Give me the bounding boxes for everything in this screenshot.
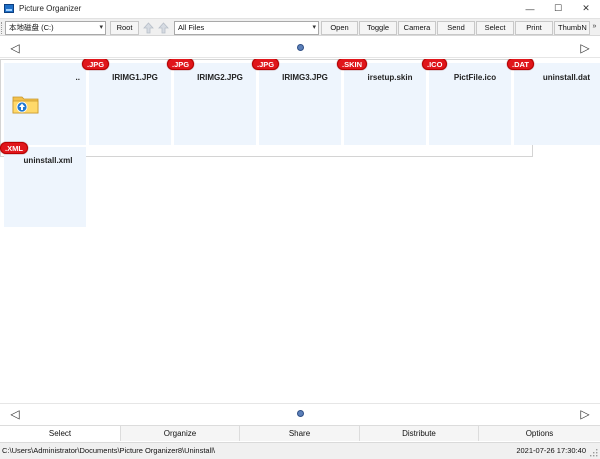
- toolbar-grip-icon[interactable]: [1, 22, 3, 34]
- window-controls: — ☐ ✕: [516, 0, 600, 17]
- up-arrow-icon[interactable]: [143, 21, 154, 35]
- file-type-badge: .ICO: [422, 59, 448, 70]
- tile-filename: IRIMG3.JPG: [282, 73, 328, 82]
- thumbnail-tile[interactable]: uninstall.dat: [514, 63, 600, 145]
- chevron-down-icon: ▾: [312, 24, 316, 31]
- drive-select-value: 本地磁盘 (C:): [9, 23, 54, 32]
- file-filter-value: All Files: [178, 23, 205, 32]
- parent-folder-icon[interactable]: [158, 21, 169, 35]
- bottom-navigation: ◁ ▷: [0, 403, 600, 423]
- top-navigation: ◁ ▷: [0, 38, 600, 58]
- thumbnail-tile[interactable]: IRIMG2.JPG: [174, 63, 256, 145]
- toolbar: 本地磁盘 (C:) ▾ Root All Files ▾ Open Toggle…: [0, 18, 600, 36]
- file-type-badge: .SKIN: [337, 59, 368, 70]
- tab-options[interactable]: Options: [479, 426, 600, 441]
- tab-share[interactable]: Share: [240, 426, 360, 441]
- thumbnail-tile[interactable]: IRIMG3.JPG: [259, 63, 341, 145]
- file-type-badge: .XML: [0, 142, 28, 154]
- resize-grip-icon[interactable]: [589, 448, 598, 457]
- folder-up-icon: [12, 96, 39, 114]
- root-button[interactable]: Root: [110, 21, 139, 35]
- next-page-button[interactable]: ▷: [577, 407, 593, 421]
- tile-filename: IRIMG2.JPG: [197, 73, 243, 82]
- open-button[interactable]: Open: [321, 21, 358, 35]
- title-bar: Picture Organizer — ☐ ✕: [0, 0, 600, 17]
- file-type-badge: .DAT: [507, 59, 534, 70]
- window-title: Picture Organizer: [19, 4, 82, 13]
- tab-organize[interactable]: Organize: [121, 426, 240, 441]
- thumbnail-tile[interactable]: irsetup.skin: [344, 63, 426, 145]
- file-type-badge: .JPG: [167, 59, 195, 70]
- tile-filename: uninstall.dat: [542, 73, 590, 82]
- thumbnail-grid: .. IRIMG1.JPG .JPG IRIMG2.JPG .JPG IRIMG…: [0, 59, 600, 402]
- prev-page-button[interactable]: ◁: [7, 41, 23, 55]
- tile-filename: irsetup.skin: [367, 73, 413, 82]
- thumbnail-tile-parent[interactable]: ..: [4, 63, 86, 145]
- thumbnail-tile[interactable]: PictFile.ico: [429, 63, 511, 145]
- current-path: C:\Users\Administrator\Documents\Picture…: [2, 446, 215, 455]
- bottom-tab-bar: Select Organize Share Distribute Options: [0, 425, 600, 441]
- toggle-button[interactable]: Toggle: [359, 21, 397, 35]
- tab-distribute[interactable]: Distribute: [360, 426, 479, 441]
- send-button[interactable]: Send: [437, 21, 475, 35]
- page-indicator-dot[interactable]: [297, 44, 304, 51]
- camera-button[interactable]: Camera: [398, 21, 436, 35]
- maximize-button[interactable]: ☐: [544, 0, 572, 17]
- drive-select[interactable]: 本地磁盘 (C:) ▾: [5, 21, 106, 35]
- select-button[interactable]: Select: [476, 21, 514, 35]
- status-bar: C:\Users\Administrator\Documents\Picture…: [0, 442, 600, 459]
- tile-filename: PictFile.ico: [453, 73, 497, 82]
- tab-select[interactable]: Select: [0, 426, 121, 441]
- status-timestamp: 2021-07-26 17:30:40: [516, 446, 586, 455]
- page-indicator-dot[interactable]: [297, 410, 304, 417]
- chevron-down-icon: ▾: [99, 24, 103, 31]
- file-type-badge: .JPG: [82, 59, 110, 70]
- tile-filename: ..: [75, 73, 80, 82]
- tile-filename: uninstall.xml: [23, 156, 73, 165]
- app-icon: [4, 4, 14, 13]
- file-filter-select[interactable]: All Files ▾: [174, 21, 319, 35]
- next-page-button[interactable]: ▷: [577, 41, 593, 55]
- minimize-button[interactable]: —: [516, 0, 544, 17]
- prev-page-button[interactable]: ◁: [7, 407, 23, 421]
- thumbnail-tile[interactable]: IRIMG1.JPG: [89, 63, 171, 145]
- tile-filename: IRIMG1.JPG: [112, 73, 158, 82]
- file-type-badge: .JPG: [252, 59, 280, 70]
- toolbar-overflow-button[interactable]: »: [590, 21, 599, 35]
- close-button[interactable]: ✕: [572, 0, 600, 17]
- thumbnail-tile[interactable]: uninstall.xml: [4, 147, 86, 227]
- thumbnail-button[interactable]: ThumbN: [554, 21, 590, 35]
- print-button[interactable]: Print: [515, 21, 553, 35]
